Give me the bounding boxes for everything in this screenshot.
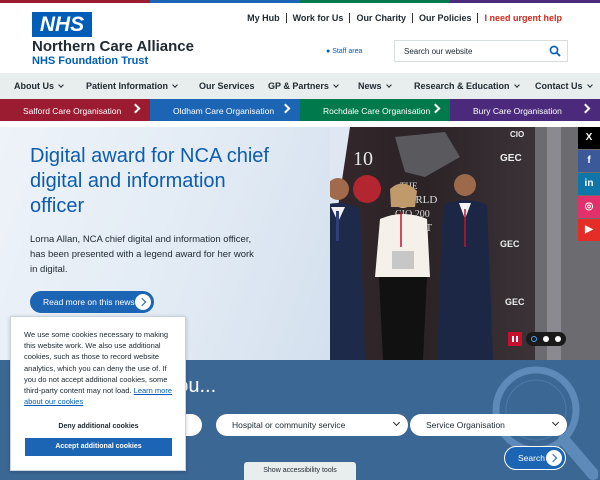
chevron-down-icon [513, 81, 520, 88]
svg-text:CIO: CIO [510, 130, 524, 139]
carousel-dot-2[interactable] [543, 336, 549, 342]
svg-text:GEC: GEC [500, 153, 522, 164]
care-org-label: Bury Care Organisation [473, 106, 562, 116]
chevron-right-icon [280, 103, 291, 114]
chevron-right-icon [430, 103, 441, 114]
hero-summary: Lorna Allan, NCA chief digital and infor… [30, 234, 254, 275]
nav-contact-us[interactable]: Contact Us [535, 81, 593, 91]
chevron-down-icon [551, 418, 560, 427]
nav-label: Patient Information [86, 81, 169, 91]
social-links: X f in ◎ ▶ [578, 127, 600, 242]
chevron-right-icon [580, 103, 591, 114]
care-org-rochdale[interactable]: Rochdale Care Organisation [300, 99, 450, 121]
chevron-right-icon [130, 103, 141, 114]
x-icon[interactable]: X [578, 127, 600, 149]
carousel-pause-button[interactable] [508, 332, 522, 346]
user-icon: ● [326, 48, 331, 55]
arrow-right-icon [546, 450, 562, 466]
facebook-icon[interactable]: f [578, 150, 600, 172]
nav-news[interactable]: News [358, 81, 392, 91]
read-more-button[interactable]: Read more on this news [30, 291, 154, 313]
carousel-dot-3[interactable] [555, 336, 561, 342]
care-org-bury[interactable]: Bury Care Organisation [450, 99, 600, 121]
search-icon[interactable] [549, 45, 561, 57]
chevron-down-icon [172, 81, 178, 88]
nhs-logo[interactable]: NHS [32, 12, 92, 37]
nav-label: News [358, 81, 382, 91]
care-org-label: Salford Care Organisation [23, 106, 122, 116]
youtube-icon[interactable]: ▶ [578, 219, 600, 241]
nav-label: Our Services [199, 81, 255, 91]
accessibility-tools-button[interactable]: Show accessibility tools [244, 462, 356, 480]
site-header: NHS Northern Care Alliance NHS Foundatio… [0, 3, 600, 73]
cookie-text-block: We use some cookies necessary to making … [24, 329, 180, 407]
carousel-dots [526, 332, 566, 346]
chevron-down-icon [58, 81, 64, 88]
site-search-input[interactable]: Search our website [394, 40, 568, 62]
organisation-select[interactable]: Service Organisation [410, 414, 567, 436]
top-link-our-charity[interactable]: Our Charity [349, 13, 412, 23]
top-link-our-policies[interactable]: Our Policies [411, 13, 478, 23]
select-value: Hospital or community service [232, 420, 346, 430]
care-search-button[interactable]: Search [504, 446, 566, 470]
staff-area-link[interactable]: ● Staff area [326, 48, 362, 55]
arrow-right-icon [135, 294, 151, 310]
care-org-label: Oldham Care Organisation [173, 106, 275, 116]
main-nav: About Us Patient Information Our Service… [0, 73, 600, 99]
service-type-select-edge[interactable] [186, 414, 202, 436]
chevron-down-icon [385, 81, 392, 88]
instagram-icon[interactable]: ◎ [578, 196, 600, 218]
carousel-dot-1[interactable] [531, 336, 537, 342]
care-org-label: Rochdale Care Organisation [323, 106, 431, 116]
care-org-oldham[interactable]: Oldham Care Organisation [150, 99, 300, 121]
accept-cookies-button[interactable]: Accept additional cookies [25, 438, 172, 456]
hero-title[interactable]: Digital award for NCA chief digital and … [30, 144, 270, 219]
read-more-label: Read more on this news [43, 297, 135, 307]
search-placeholder: Search our website [404, 47, 473, 56]
svg-text:GEC: GEC [500, 239, 520, 249]
chevron-down-icon [333, 81, 339, 88]
nav-label: Research & Education [414, 81, 510, 91]
nav-about-us[interactable]: About Us [14, 81, 64, 91]
nav-gp-partners[interactable]: GP & Partners [268, 81, 339, 91]
nav-label: About Us [14, 81, 54, 91]
care-organisation-bar: Salford Care Organisation Oldham Care Or… [0, 99, 600, 121]
linkedin-icon[interactable]: in [578, 173, 600, 195]
top-links: My Hub Work for Us Our Charity Our Polic… [241, 13, 568, 23]
care-org-salford[interactable]: Salford Care Organisation [0, 99, 150, 121]
service-type-select[interactable]: Hospital or community service [216, 414, 408, 436]
svg-text:GEC: GEC [505, 297, 525, 307]
select-value: Service Organisation [426, 420, 505, 430]
nav-label: GP & Partners [268, 81, 329, 91]
nav-patient-information[interactable]: Patient Information [86, 81, 178, 91]
deny-cookies-button[interactable]: Deny additional cookies [25, 418, 172, 436]
top-link-my-hub[interactable]: My Hub [241, 13, 286, 23]
chevron-down-icon [392, 418, 401, 427]
nav-label: Contact Us [535, 81, 583, 91]
search-button-label: Search [518, 453, 545, 463]
org-subtitle: NHS Foundation Trust [32, 55, 149, 67]
top-link-urgent-help[interactable]: I need urgent help [477, 13, 568, 23]
org-name[interactable]: Northern Care Alliance [32, 38, 194, 55]
staff-area-label: Staff area [332, 48, 363, 55]
top-link-work-for-us[interactable]: Work for Us [285, 13, 350, 23]
nav-research-education[interactable]: Research & Education [414, 81, 520, 91]
chevron-down-icon [586, 81, 593, 88]
nav-our-services[interactable]: Our Services [199, 81, 255, 91]
svg-text:10: 10 [353, 148, 373, 170]
cookie-banner: We use some cookies necessary to making … [10, 316, 186, 471]
